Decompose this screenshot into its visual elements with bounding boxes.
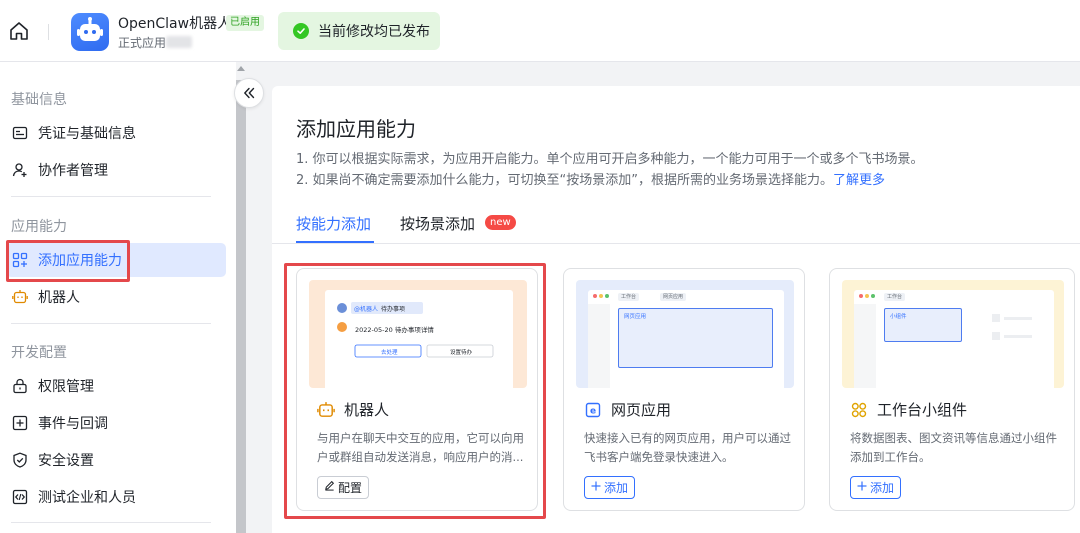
window-dot <box>865 294 869 298</box>
card-title: 工作台小组件 <box>850 399 967 420</box>
sidebar-item-collaborators[interactable]: 协作者管理 <box>6 153 226 187</box>
plus-icon <box>591 480 601 495</box>
tab-by-capability[interactable]: 按能力添加 <box>296 213 371 234</box>
sidebar-divider <box>11 196 211 197</box>
card-title-text: 网页应用 <box>611 401 672 419</box>
sidebar-item-test-users[interactable]: 测试企业和人员 <box>6 480 226 514</box>
home-icon[interactable] <box>8 20 30 42</box>
card-title-text: 工作台小组件 <box>877 401 968 419</box>
mockup-frame-label: 网页应用 <box>624 314 647 320</box>
shield-icon <box>12 452 28 468</box>
sidebar-item-label: 安全设置 <box>38 453 94 469</box>
highlight-annotation <box>284 263 546 519</box>
sidebar-divider <box>11 323 211 324</box>
card-title: e 网页应用 <box>584 399 671 420</box>
collapse-sidebar-button[interactable] <box>234 78 264 108</box>
id-card-icon <box>12 125 28 141</box>
sidebar-item-label: 机器人 <box>38 290 80 306</box>
scrollbar-thumb[interactable] <box>236 80 246 533</box>
sidebar-group-dev: 开发配置 <box>11 345 67 361</box>
app-status-badge: 已启用 <box>226 15 264 31</box>
mockup-sidebar <box>588 304 610 388</box>
sidebar-item-label: 事件与回调 <box>38 416 108 432</box>
highlight-annotation <box>6 240 130 282</box>
description-line-2: 2. 如果尚不确定需要添加什么能力，可切换至“按场景添加”，根据所需的业务场景选… <box>296 169 885 188</box>
window-mockup: 工作台 小组件 <box>854 290 1054 388</box>
button-label: 添加 <box>604 481 629 495</box>
sidebar-item-bot[interactable]: 机器人 <box>6 280 226 314</box>
topbar-divider <box>48 24 49 40</box>
mockup-tab: 网页应用 <box>660 293 687 301</box>
lock-icon <box>12 378 28 394</box>
check-circle-icon <box>293 23 309 39</box>
widget-icon <box>850 401 868 419</box>
sidebar-group-basic: 基础信息 <box>11 92 67 108</box>
app-logo <box>71 13 109 51</box>
redacted-text <box>166 36 192 48</box>
window-dot <box>599 294 603 298</box>
sidebar-item-label: 凭证与基础信息 <box>38 126 136 142</box>
web-app-preview-image: 工作台 网页应用 网页应用 <box>576 280 794 388</box>
app-name: OpenClaw机器人 <box>118 16 232 32</box>
widget-preview-image: 工作台 小组件 <box>842 280 1064 388</box>
active-tab-indicator <box>296 241 374 243</box>
double-chevron-left-icon <box>244 87 255 99</box>
robot-icon <box>12 289 28 305</box>
user-add-icon <box>12 162 28 178</box>
mockup-block <box>1004 317 1032 320</box>
button-label: 添加 <box>870 481 895 495</box>
code-box-icon <box>12 489 28 505</box>
window-dot <box>859 294 863 298</box>
sidebar-divider <box>11 522 211 523</box>
window-dot <box>871 294 875 298</box>
scroll-up-arrow-icon[interactable] <box>237 66 245 71</box>
app-type: 正式应用 <box>118 36 167 50</box>
sidebar-item-label: 测试企业和人员 <box>38 490 136 506</box>
sidebar-item-credentials[interactable]: 凭证与基础信息 <box>6 116 226 150</box>
page-title: 添加应用能力 <box>296 117 416 141</box>
plus-icon <box>857 480 867 495</box>
sidebar: 基础信息 凭证与基础信息 协作者管理 应用能力 添加应用能力 机器人 开发配置 … <box>0 62 236 533</box>
mockup-tab: 工作台 <box>618 293 640 301</box>
description-text: 2. 如果尚不确定需要添加什么能力，可切换至“按场景添加”，根据所需的业务场景选… <box>296 173 834 188</box>
window-dot <box>605 294 609 298</box>
learn-more-link[interactable]: 了解更多 <box>833 173 885 188</box>
sidebar-item-security[interactable]: 安全设置 <box>6 443 226 477</box>
new-badge: new <box>485 215 516 230</box>
window-dot <box>593 294 597 298</box>
add-widget-button[interactable]: 添加 <box>850 476 902 499</box>
top-bar: OpenClaw机器人 已启用 正式应用 当前修改均已发布 <box>0 0 1080 62</box>
window-mockup: 工作台 网页应用 网页应用 <box>588 290 784 388</box>
capability-card-widget[interactable]: 工作台 小组件 工作台小组件 将数据图表、图文资讯等信息通过小组件添加到工作台。… <box>829 268 1075 511</box>
main-panel: 添加应用能力 1. 你可以根据实际需求，为应用开启能力。单个应用可开启多种能力，… <box>272 86 1080 533</box>
mockup-frame-label: 小组件 <box>890 314 907 320</box>
mockup-tab: 工作台 <box>884 293 906 301</box>
sidebar-item-permissions[interactable]: 权限管理 <box>6 369 226 403</box>
tab-divider <box>272 243 1080 244</box>
tab-by-scenario[interactable]: 按场景添加 <box>400 213 475 234</box>
mockup-block <box>992 332 1000 340</box>
card-description: 快速接入已有的网页应用，用户可以通过飞书客户端免登录快速进入。 <box>584 431 791 464</box>
mockup-block <box>992 314 1000 322</box>
web-app-icon: e <box>584 401 602 419</box>
sidebar-item-label: 权限管理 <box>38 379 94 395</box>
mockup-block <box>1004 335 1032 338</box>
description-line-1: 1. 你可以根据实际需求，为应用开启能力。单个应用可开启多种能力，一个能力可用于… <box>296 152 924 167</box>
mockup-sidebar <box>854 304 876 388</box>
add-web-app-button[interactable]: 添加 <box>584 476 636 499</box>
card-description: 将数据图表、图文资讯等信息通过小组件添加到工作台。 <box>850 431 1057 464</box>
sidebar-item-events[interactable]: 事件与回调 <box>6 406 226 440</box>
publish-status-toast: 当前修改均已发布 <box>278 12 440 50</box>
sidebar-group-capabilities: 应用能力 <box>11 219 67 235</box>
sidebar-item-label: 协作者管理 <box>38 163 108 179</box>
plus-box-icon <box>12 415 28 431</box>
publish-message: 当前修改均已发布 <box>318 24 430 40</box>
capability-card-web-app[interactable]: 工作台 网页应用 网页应用 e 网页应用 快速接入已有的网页应用，用户可以通过飞… <box>563 268 805 511</box>
svg-text:e: e <box>590 406 596 416</box>
